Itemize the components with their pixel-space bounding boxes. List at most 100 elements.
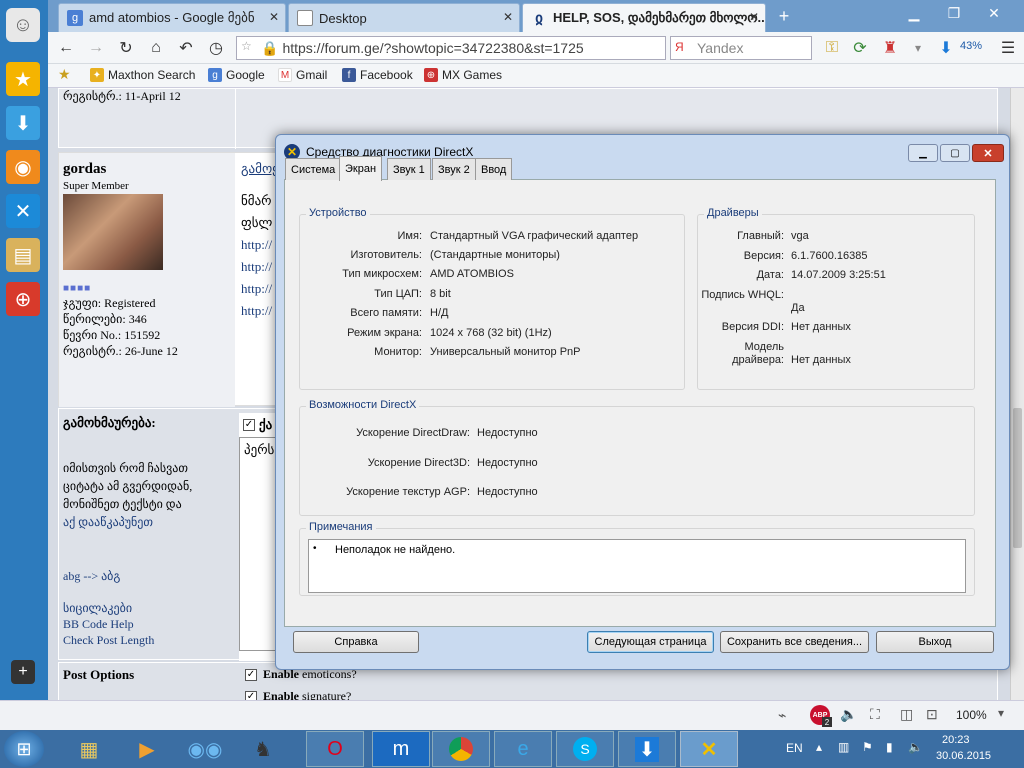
tab-forum[interactable]: ჲ HELP, SOS, დამეხმარეთ მხოლო... ✕ [522,3,766,32]
download-progress-icon[interactable]: ⬇ [936,38,956,58]
close-tab-icon[interactable]: ✕ [269,10,279,24]
start-button[interactable]: ⊞ [4,731,44,767]
flag-icon[interactable]: ⚑ [862,740,873,754]
zoom-icon[interactable]: ⊡ [926,706,938,723]
signal-icon[interactable]: ▮ [886,740,893,754]
check-length-link[interactable]: Check Post Length [63,633,154,648]
tab-input[interactable]: Ввод [475,158,513,180]
history-icon[interactable]: ◷ [206,38,226,58]
directx-icon[interactable]: ✕ [680,731,738,767]
tray-chevron-icon[interactable]: ▴ [816,740,822,754]
refresh-icon[interactable]: ↻ [116,38,136,58]
bookmark-mx-games[interactable]: ⊕ MX Games [424,68,502,82]
clock-time[interactable]: 20:23 [942,734,970,746]
next-page-button[interactable]: Следующая страница [587,631,714,653]
tab-google[interactable]: g amd atombios - Google მებნ ✕ [58,3,286,32]
translit-link[interactable]: abg --> აბგ [63,569,120,584]
new-tab-button[interactable]: + [772,5,796,27]
chevron-down-icon[interactable]: ▾ [998,706,1004,720]
fullscreen-icon[interactable]: ⛶ [870,706,880,723]
clock-date[interactable]: 30.06.2015 [936,750,991,762]
bookmark-star-icon[interactable]: ★ [58,66,71,83]
tools-icon[interactable]: ✕ [6,194,40,228]
tab-sound-1[interactable]: Звук 1 [387,158,431,180]
language-indicator[interactable]: EN [786,741,803,755]
network-icon[interactable]: ▥ [838,740,849,754]
opera-icon[interactable]: O [306,731,364,767]
skype-icon[interactable]: S [556,731,614,767]
bookmark-maxthon-search[interactable]: ✦ Maxthon Search [90,68,195,82]
search-input[interactable]: Я Yandex [670,36,812,60]
emoticons-checkbox[interactable]: ✓ [245,669,257,681]
post-link[interactable]: http:// [241,303,272,319]
help-button[interactable]: Справка [293,631,419,653]
undo-icon[interactable]: ↶ [176,38,196,58]
post-link[interactable]: http:// [241,281,272,297]
add-icon[interactable]: + [11,660,35,684]
quote-link[interactable]: აქ დააწკაპუნეთ [63,515,153,530]
feature-value: Недоступно [477,427,538,439]
chrome-icon[interactable] [432,731,490,767]
post-title[interactable]: გამოყ [241,161,279,177]
bbcode-help-link[interactable]: BB Code Help [63,617,134,632]
close-tab-icon[interactable]: ✕ [749,10,759,24]
restore-icon[interactable]: ❐ [940,2,968,24]
maximize-icon[interactable]: ▢ [940,144,970,162]
volume-icon[interactable]: 🔈 [908,740,923,754]
forward-icon[interactable]: → [86,38,106,58]
maxthon-icon[interactable]: m [372,731,430,767]
games-icon[interactable]: ⊕ [6,282,40,316]
tab-desktop[interactable]: Desktop ✕ [288,3,520,32]
bookmark-gmail[interactable]: M Gmail [278,68,327,82]
menu-icon[interactable]: ☰ [998,38,1018,58]
favorites-icon[interactable]: ★ [6,62,40,96]
checkbox[interactable]: ✓ [243,419,255,431]
explorer-icon[interactable]: ▦ [60,731,118,767]
signature-checkbox[interactable]: ✓ [245,691,257,700]
drivers-group: Драйверы Главный: vga Версия: 6.1.7600.1… [697,207,975,390]
close-icon[interactable]: ✕ [980,2,1008,24]
back-icon[interactable]: ← [56,38,76,58]
bookmark-facebook[interactable]: f Facebook [342,68,413,82]
tab-system[interactable]: Система [285,158,342,180]
volume-icon[interactable]: 🔈 [840,706,857,723]
user-group: ჯგუფი: Registered [63,296,156,310]
media-player-icon[interactable]: ▶ [118,731,176,767]
star-icon[interactable]: ☆ [241,39,252,53]
eyes-icon[interactable]: ◉◉ [176,731,234,767]
minimize-icon[interactable]: ▁ [908,144,938,162]
close-icon[interactable]: ✕ [972,144,1004,162]
download-icon[interactable]: ⬇ [6,106,40,140]
driver-value: Да [791,302,805,314]
close-tab-icon[interactable]: ✕ [503,10,513,24]
key-icon[interactable]: ⚿ [822,38,842,58]
mask-icon[interactable]: ♜ [880,38,900,58]
ie-icon[interactable]: e [494,731,552,767]
tab-display[interactable]: Экран [339,156,383,181]
minimize-icon[interactable]: ▁ [900,2,928,24]
rss-icon[interactable]: ◉ [6,150,40,184]
notes-box[interactable]: • Неполадок не найдено. [308,539,966,593]
user-refresh-icon[interactable]: ⟳ [850,38,870,58]
zoom-level[interactable]: 100% [956,708,987,722]
username[interactable]: gordas [63,161,106,178]
post-link[interactable]: http:// [241,259,272,275]
avatar[interactable]: ☺ [6,8,40,42]
exit-button[interactable]: Выход [876,631,994,653]
monitor-icon[interactable]: ⌁ [778,707,786,724]
smilies-link[interactable]: სიცილაკები [63,601,132,616]
adblock-count: 2 [822,717,832,727]
save-all-info-button[interactable]: Сохранить все сведения... [720,631,869,653]
home-icon[interactable]: ⌂ [146,38,166,58]
bookmark-google[interactable]: g Google [208,68,265,82]
url-input[interactable]: ☆ 🔒 https://forum.ge/?showtopic=34722380… [236,36,666,60]
page-scrollbar[interactable] [1010,88,1024,700]
chess-icon[interactable]: ♞ [234,731,292,767]
notepad-icon[interactable]: ▤ [6,238,40,272]
post-link[interactable]: http:// [241,237,272,253]
tab-sound-2[interactable]: Звук 2 [432,158,476,180]
scrollbar-thumb[interactable] [1013,408,1022,548]
downloader-icon[interactable]: ⬇ [618,731,676,767]
chevron-down-icon[interactable]: ▾ [908,38,928,58]
split-view-icon[interactable]: ◫ [900,706,913,723]
